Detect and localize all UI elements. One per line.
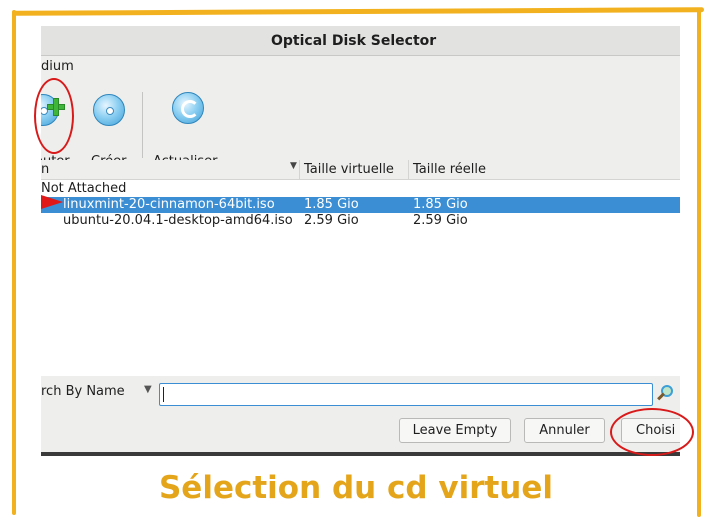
toolbar-separator: [142, 92, 143, 158]
search-icon[interactable]: [657, 385, 673, 401]
column-header-name[interactable]: n: [41, 162, 49, 177]
title-bar: Optical Disk Selector: [41, 26, 680, 56]
highlight-circle-add: [34, 78, 74, 154]
dropdown-arrow-icon: ▼: [144, 384, 152, 395]
menu-bar: dium: [41, 56, 680, 78]
highlight-circle-choose: [610, 408, 694, 456]
row-virtual-size: 2.59 Gio: [304, 213, 359, 228]
leave-empty-button[interactable]: Leave Empty: [399, 418, 511, 443]
row-virtual-size: 1.85 Gio: [304, 197, 359, 212]
row-name: linuxmint-20-cinnamon-64bit.iso: [63, 197, 275, 212]
frame-right-line: [697, 10, 701, 517]
refresh-disk-icon: [172, 92, 204, 124]
search-mode-label: rch By Name: [41, 384, 125, 399]
frame-top-line: [13, 7, 705, 16]
table-row[interactable]: ubuntu-20.04.1-desktop-amd64.iso 2.59 Gi…: [41, 213, 680, 229]
search-mode-select[interactable]: rch By Name ▼: [41, 384, 157, 406]
window-bottom-edge: [41, 452, 680, 456]
row-actual-size: 1.85 Gio: [413, 197, 468, 212]
search-input[interactable]: [159, 383, 653, 406]
cancel-button[interactable]: Annuler: [524, 418, 605, 443]
row-actual-size: 2.59 Gio: [413, 213, 468, 228]
column-header-actual-size[interactable]: Taille réelle: [413, 162, 486, 177]
optical-disk-selector-window: Optical Disk Selector dium outer Créer: [41, 26, 680, 456]
create-disk-icon: [93, 94, 125, 126]
caption: Sélection du cd virtuel: [158, 470, 554, 506]
table-row[interactable]: linuxmint-20-cinnamon-64bit.iso 1.85 Gio…: [41, 197, 680, 213]
sort-arrow-icon: ▼: [290, 161, 297, 171]
disk-list: Not Attached linuxmint-20-cinnamon-64bit…: [41, 180, 680, 376]
table-header: n ▼ Taille virtuelle Taille réelle: [41, 160, 680, 180]
pointer-arrow-icon: [41, 195, 63, 209]
group-not-attached[interactable]: Not Attached: [41, 181, 126, 196]
menu-medium[interactable]: dium: [41, 59, 74, 74]
search-bar: rch By Name ▼: [41, 376, 680, 412]
window-title: Optical Disk Selector: [271, 33, 437, 49]
text-caret: [163, 387, 164, 402]
column-header-virtual-size[interactable]: Taille virtuelle: [304, 162, 394, 177]
frame-left-line: [12, 10, 16, 515]
row-name: ubuntu-20.04.1-desktop-amd64.iso: [63, 213, 293, 228]
